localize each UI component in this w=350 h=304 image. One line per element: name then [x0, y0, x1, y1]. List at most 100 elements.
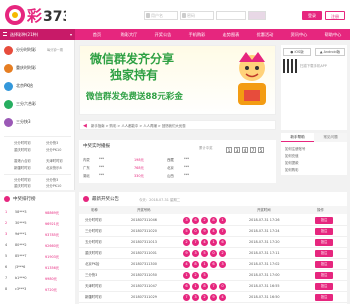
result-ball: 5	[201, 272, 208, 279]
lottery-name[interactable]: 五分时时彩	[85, 237, 102, 248]
rank-row: 4 80***2 ¥2660元	[5, 243, 60, 248]
sub-link[interactable]: 北京快乐8	[46, 165, 62, 170]
counter-digit: 4	[242, 147, 248, 153]
result-ball: 4	[183, 261, 190, 268]
qr-code	[283, 59, 297, 73]
apple-icon: ●	[290, 50, 294, 54]
tab-new-user-help[interactable]: 新手帮助	[281, 133, 314, 142]
notice-bar: ◀ 新手指南 > 购彩 > 人人都能中 > 人人再赚 > 回馈我们大优惠	[79, 120, 276, 130]
sub-link[interactable]: 分分时时彩	[14, 177, 31, 182]
lottery-select[interactable]: 选择彩种(21种) ▾	[0, 29, 75, 40]
lottery-name[interactable]: 新疆时时彩	[85, 292, 102, 303]
banner-line1: 微信群发齐分享	[90, 52, 175, 66]
result-ball: 3	[219, 261, 226, 268]
bet-button[interactable]: 投注	[315, 228, 333, 235]
lottery-name[interactable]: 分分时时彩	[85, 215, 102, 226]
lottery-item[interactable]: 三分六合彩	[0, 98, 75, 112]
android-button[interactable]: ▲ Android版	[315, 48, 345, 56]
counter-digit: 5	[258, 147, 264, 153]
sub-link[interactable]: 天津时时彩	[46, 158, 63, 163]
result-ball: 1	[201, 261, 208, 268]
captcha-input[interactable]	[216, 11, 246, 20]
rank-row: 7 b1***0 ¥980元	[5, 276, 58, 281]
result-ball: 4	[210, 228, 217, 235]
lottery-item[interactable]: 分分时时彩 每分钟一期	[0, 44, 75, 58]
lottery-name[interactable]: 重庆时时彩	[85, 248, 102, 259]
nav-lobby[interactable]: 购彩大厅	[116, 29, 142, 40]
login-button[interactable]: 登录	[302, 11, 322, 20]
lottery-item[interactable]: 重庆时时彩	[0, 62, 75, 76]
nav-home[interactable]: 首页	[86, 29, 108, 40]
sub-link[interactable]: 分分时时彩	[14, 140, 31, 145]
app-download-panel: ● iOS版 ▲ Android版 扫描下载手机APP	[281, 45, 347, 130]
sub-link[interactable]: 新疆时时彩	[14, 165, 31, 170]
rank-row: 5 85***7 ¥1903元	[5, 254, 60, 259]
sub-link[interactable]: 香港六合彩	[14, 158, 31, 163]
captcha-image[interactable]	[248, 11, 266, 20]
bet-button[interactable]: 投注	[315, 261, 333, 268]
user-icon	[146, 13, 150, 18]
lottery-name[interactable]: 天津时时彩	[85, 281, 102, 292]
sub-link[interactable]: 分分快3	[46, 177, 58, 182]
result-ball: 2	[219, 250, 226, 257]
result-ball: 1	[192, 283, 199, 290]
result-ball: 3	[192, 294, 199, 301]
issue-number: 201807311046	[131, 218, 157, 222]
lottery-name[interactable]: 三分时时彩	[85, 226, 102, 237]
help-item[interactable]: 如何提款	[285, 160, 299, 165]
result-ball: 7	[192, 239, 199, 246]
result-ball: 1	[183, 272, 190, 279]
lottery-icon	[4, 64, 13, 73]
sub-link[interactable]: 分分快3	[46, 140, 58, 145]
issue-number: 201807311300	[131, 262, 157, 266]
issue-number: 201807311013	[131, 240, 157, 244]
result-ball: 7	[183, 294, 190, 301]
nav-promo[interactable]: 优惠活动	[252, 29, 278, 40]
issue-number: 201807311029	[131, 295, 157, 299]
draw-time: 2018-07-31 17:24	[249, 229, 280, 233]
help-item[interactable]: 如何购彩	[285, 167, 299, 172]
sub-link[interactable]: 分分PK10	[46, 147, 61, 152]
bet-button[interactable]: 投注	[315, 217, 333, 224]
result-ball: 0	[210, 250, 217, 257]
result-ball: 2	[192, 272, 199, 279]
bet-button[interactable]: 投注	[315, 294, 333, 301]
issue-number: 201807311047	[131, 284, 157, 288]
lottery-icon	[4, 118, 13, 127]
result-ball: 2	[183, 239, 190, 246]
sub-link[interactable]: 重庆时时彩	[14, 147, 31, 152]
bet-button[interactable]: 投注	[315, 272, 333, 279]
help-item[interactable]: 如何充值	[285, 153, 299, 158]
lottery-item[interactable]: 北京PK拾	[0, 80, 75, 94]
nav-mobile[interactable]: 手机购彩	[184, 29, 210, 40]
result-ball: 6	[183, 283, 190, 290]
lottery-name[interactable]: 三分快3	[85, 270, 97, 281]
nav-news[interactable]: 资讯中心	[286, 29, 312, 40]
nav-trends[interactable]: 走势图表	[218, 29, 244, 40]
bet-button[interactable]: 投注	[315, 283, 333, 290]
help-item[interactable]: 如何注册账号	[285, 146, 305, 151]
draw-time: 2018-07-31 16:50	[249, 295, 280, 299]
bet-button[interactable]: 投注	[315, 239, 333, 246]
register-button[interactable]: 注册	[325, 11, 345, 20]
tab-faq[interactable]: 常见问题	[314, 133, 347, 142]
lottery-name[interactable]: 北京PK拾	[85, 259, 99, 270]
draw-time: 2018-07-31 17:02	[249, 262, 280, 266]
promo-banner[interactable]: 微信群发齐分享 独家持有 微信群发免费送88元彩金	[79, 45, 276, 115]
nav-help[interactable]: 帮助中心	[320, 29, 346, 40]
ios-button[interactable]: ● iOS版	[283, 48, 311, 56]
result-ball: 6	[210, 261, 217, 268]
result-ball: 2	[201, 217, 208, 224]
draw-time: 2018-07-31 16:55	[249, 284, 280, 288]
sub-link[interactable]: 分分PK10	[46, 183, 61, 188]
result-ball: 7	[219, 228, 226, 235]
password-input[interactable]: 密码	[180, 11, 214, 20]
counter-digit: 3	[234, 147, 240, 153]
sub-link[interactable]: 重庆时时彩	[14, 183, 31, 188]
draw-time: 2018-07-31 17:00	[249, 273, 280, 277]
bet-button[interactable]: 投注	[315, 250, 333, 257]
site-logo[interactable]: 彩 373	[4, 3, 66, 27]
nav-results[interactable]: 开奖公告	[150, 29, 176, 40]
lottery-item[interactable]: 三分快3	[0, 116, 75, 130]
username-input[interactable]: 用户名	[144, 11, 178, 20]
